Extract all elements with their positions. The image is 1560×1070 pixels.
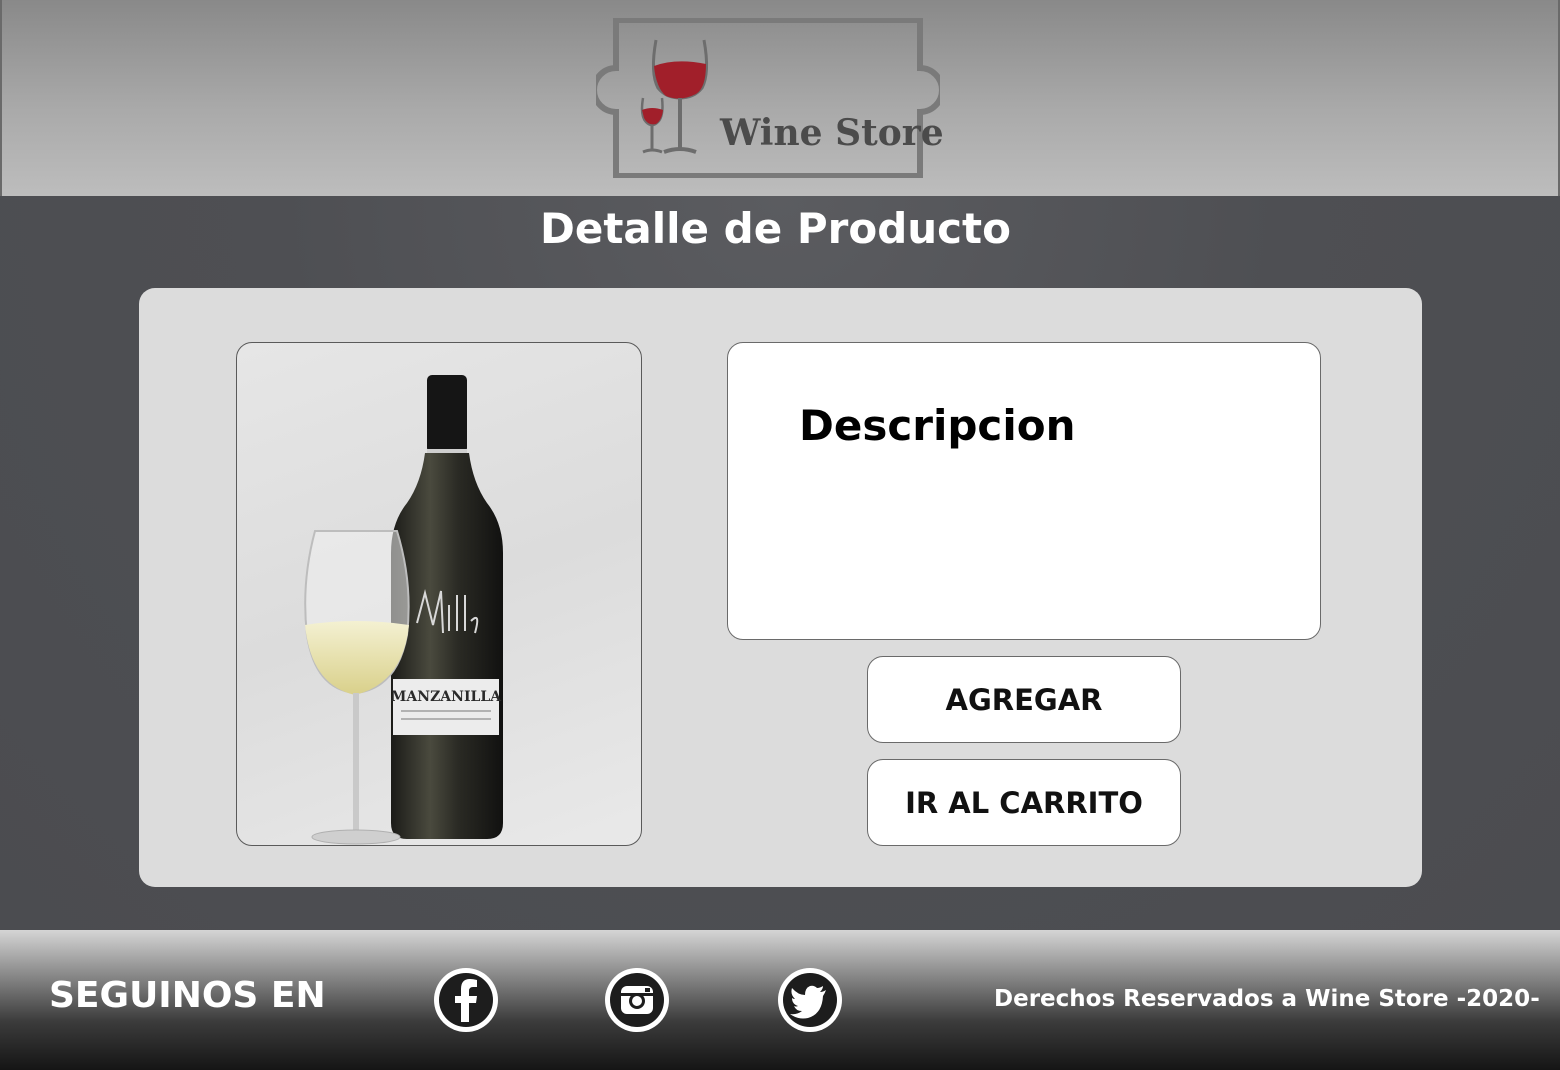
wine-store-logo[interactable]: Wine Store (596, 18, 944, 178)
follow-us-label: SEGUINOS EN (49, 975, 326, 1016)
copyright-text: Derechos Reservados a Wine Store -2020- (994, 986, 1540, 1012)
twitter-link[interactable] (778, 968, 842, 1032)
page-title: Detalle de Producto (540, 204, 1011, 253)
instagram-icon (607, 970, 667, 1030)
description-title: Descripcion (799, 401, 1076, 450)
site-header: Wine Store (0, 0, 1560, 196)
logo-text: Wine Store (720, 112, 944, 154)
site-footer: SEGUINOS EN Derechos Reservados a Wine S… (0, 930, 1560, 1070)
go-to-cart-button[interactable]: IR AL CARRITO (867, 759, 1181, 846)
instagram-link[interactable] (605, 968, 669, 1032)
bottle-label-text: MANZANILLA (391, 689, 502, 705)
facebook-link[interactable] (434, 968, 498, 1032)
logo-frame-icon (596, 18, 940, 178)
description-box: Descripcion (727, 342, 1321, 640)
main-content: Detalle de Producto MANZANILLA Descripci… (0, 196, 1560, 930)
add-to-cart-button[interactable]: AGREGAR (867, 656, 1181, 743)
twitter-icon (780, 970, 840, 1030)
wine-bottle-and-glass-image: MANZANILLA (304, 375, 503, 845)
product-detail-panel: MANZANILLA Descripcion AGREGAR IR AL CAR… (139, 288, 1422, 887)
product-image: MANZANILLA (236, 342, 642, 846)
facebook-icon (436, 970, 496, 1030)
